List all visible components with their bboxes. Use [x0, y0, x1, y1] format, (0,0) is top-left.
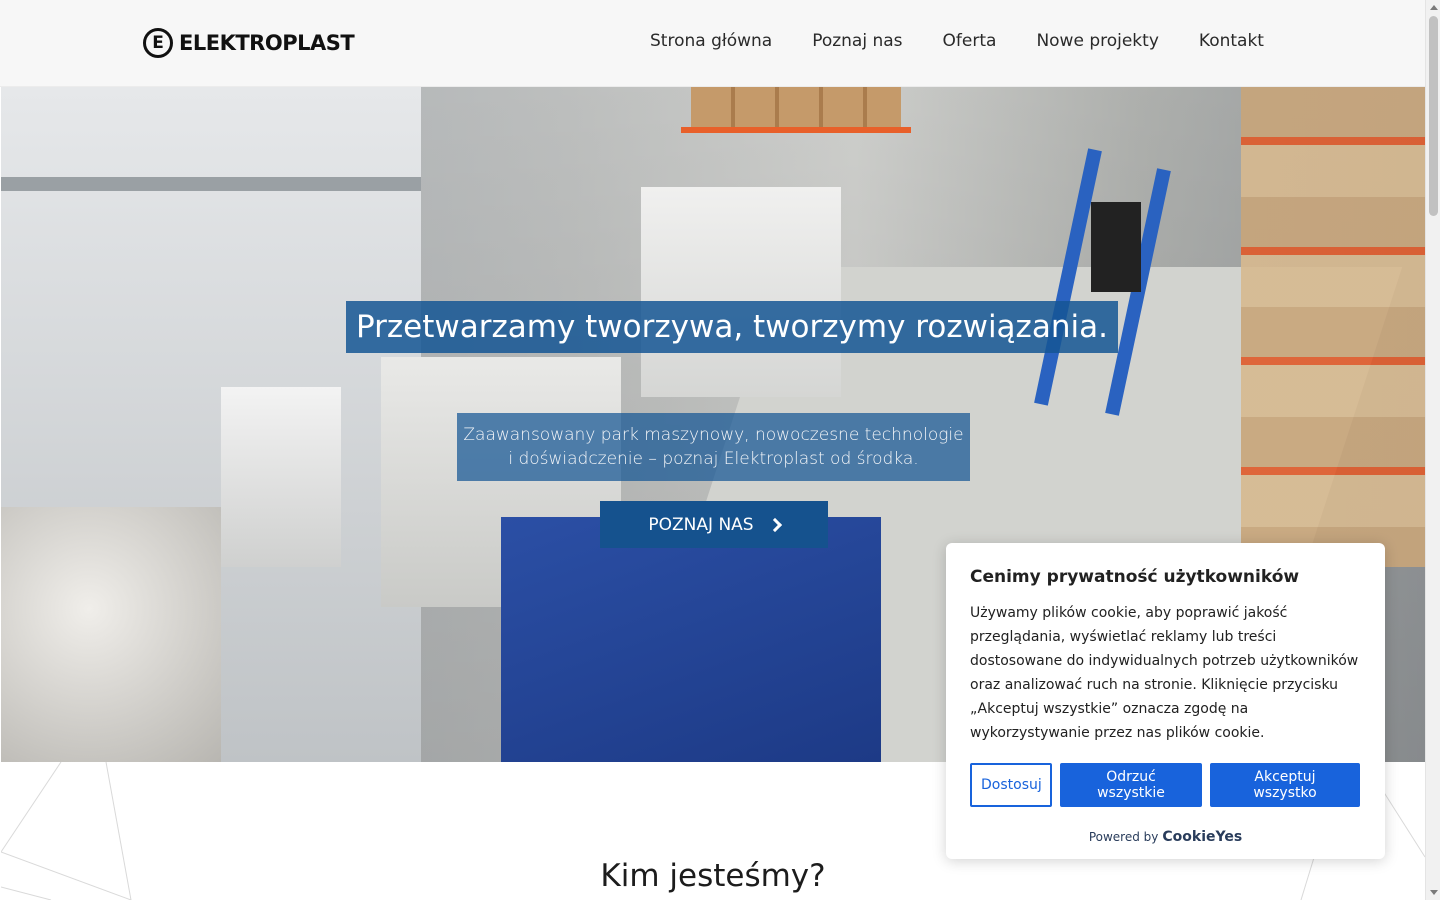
elektroplast-logo[interactable]: E ELEKTROPLAST	[143, 27, 355, 59]
hero-photo-machine	[641, 187, 841, 397]
nav-about[interactable]: Poznaj nas	[812, 31, 902, 51]
cookie-title: Cenimy prywatność użytkowników	[970, 567, 1300, 587]
nav-offer[interactable]: Oferta	[943, 31, 997, 51]
hero-photo-pipe	[1, 177, 421, 191]
hero-photo-injection-molder	[501, 517, 881, 762]
hero-photo-dryer	[221, 387, 341, 567]
cookieyes-logo[interactable]: CookieYes	[1162, 829, 1242, 845]
logo-text: ELEKTROPLAST	[179, 31, 355, 55]
nav-contact[interactable]: Kontakt	[1199, 31, 1264, 51]
hero-subtitle: Zaawansowany park maszynowy, nowoczesne …	[457, 413, 970, 481]
cookie-consent-dialog: Cenimy prywatność użytkowników Używamy p…	[946, 543, 1385, 859]
main-nav: Strona główna Poznaj nas Oferta Nowe pro…	[650, 31, 1264, 51]
poznaj-nas-button[interactable]: POZNAJ NAS	[600, 501, 828, 548]
hero-photo-storage-rack	[1241, 87, 1425, 567]
cookie-buttons: Dostosuj Odrzuć wszystkie Akceptuj wszys…	[970, 763, 1360, 807]
poznaj-nas-label: POZNAJ NAS	[648, 514, 754, 535]
hero-photo-rack-shelf	[681, 127, 911, 133]
site-header: E ELEKTROPLAST Strona główna Poznaj nas …	[0, 0, 1425, 87]
chevron-right-icon	[767, 517, 782, 532]
scroll-thumb[interactable]	[1429, 16, 1438, 216]
cookie-body: Używamy plików cookie, aby poprawić jako…	[970, 605, 1359, 741]
accept-all-button[interactable]: Akceptuj wszystko	[1210, 763, 1360, 807]
page-scrollbar[interactable]	[1425, 0, 1440, 900]
logo-mark: E	[143, 28, 173, 58]
powered-by-label: Powered by	[1088, 830, 1159, 844]
hero-photo-material-bags	[1, 507, 221, 762]
reject-all-button[interactable]: Odrzuć wszystkie	[1060, 763, 1202, 807]
powered-by: Powered by CookieYes	[946, 829, 1385, 845]
nav-home[interactable]: Strona główna	[650, 31, 772, 51]
scroll-up-arrow-icon[interactable]	[1430, 5, 1438, 10]
hero-title: Przetwarzamy tworzywa, tworzymy rozwiąza…	[346, 301, 1118, 353]
section-title: Kim jesteśmy?	[600, 858, 826, 894]
hero-photo-worker	[1091, 202, 1141, 292]
customize-button[interactable]: Dostosuj	[970, 763, 1052, 807]
nav-new-projects[interactable]: Nowe projekty	[1036, 31, 1158, 51]
hero-photo-pallet-rack	[691, 87, 901, 132]
scroll-down-arrow-icon[interactable]	[1430, 890, 1438, 895]
